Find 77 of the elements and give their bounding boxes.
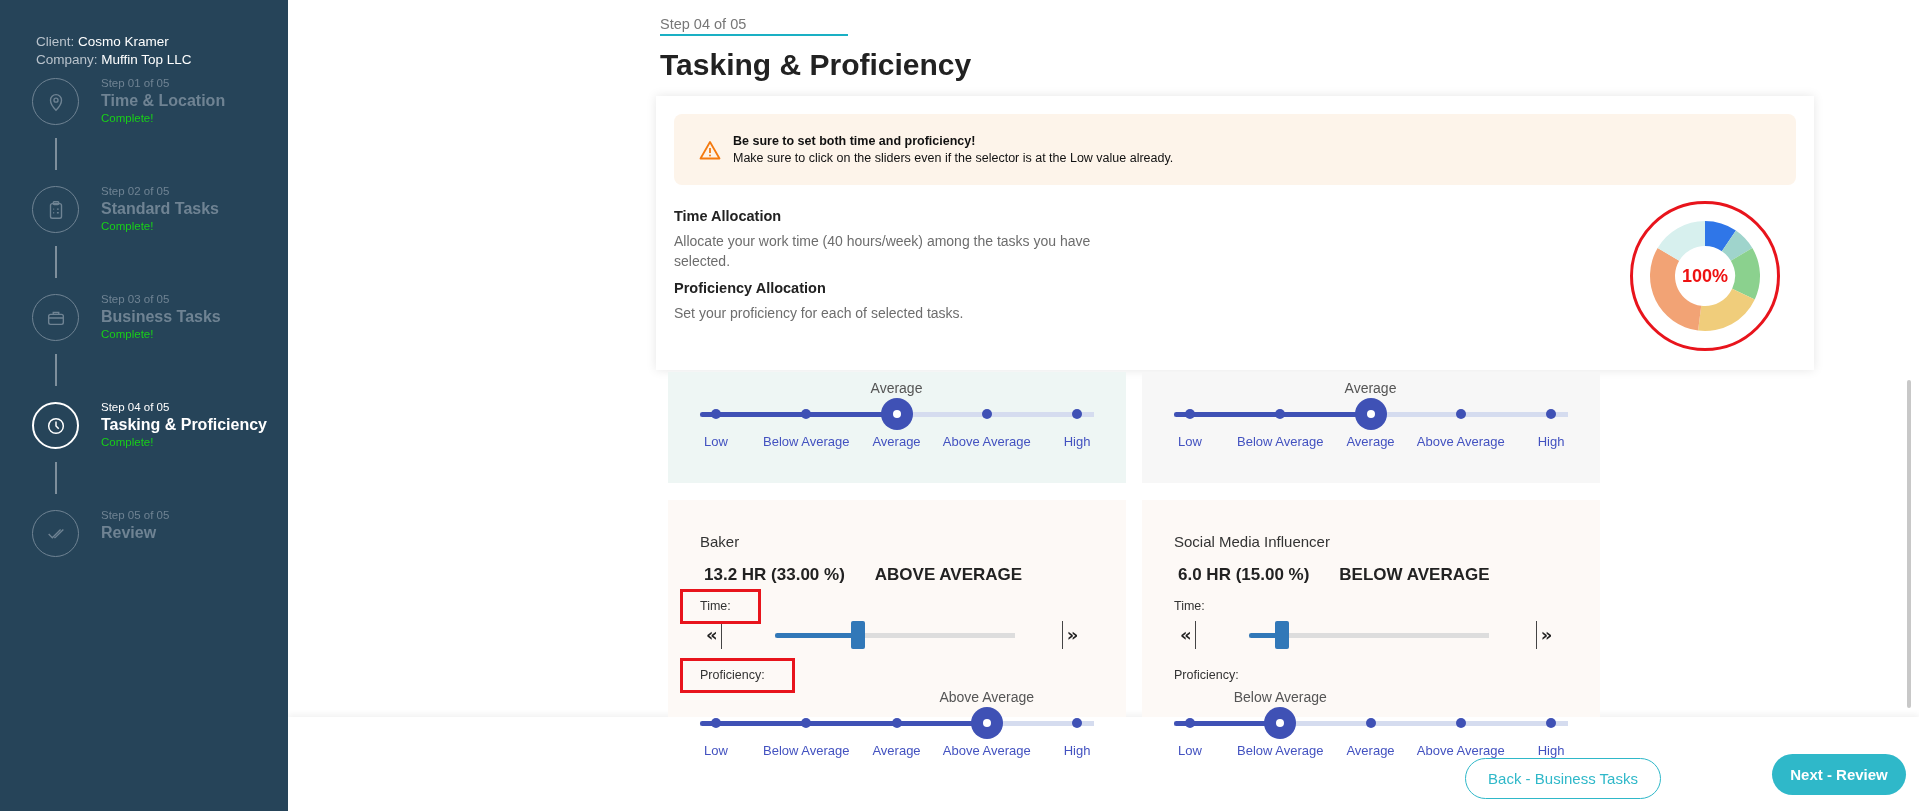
rating-text: BELOW AVERAGE <box>1339 564 1490 586</box>
slider-step-dot[interactable] <box>981 409 992 419</box>
tick-label[interactable]: Average <box>872 434 921 449</box>
tick-label[interactable]: Below Average <box>1237 434 1324 449</box>
tick-label[interactable]: Below Average <box>763 743 850 758</box>
section-heading: Time Allocation <box>674 207 783 226</box>
slider-value-label: Below Average <box>1233 689 1327 706</box>
decrease-button[interactable]: « <box>700 621 722 649</box>
slider-step-dot[interactable] <box>1185 718 1195 728</box>
proficiency-label: Proficiency: <box>700 668 765 682</box>
time-slider-thumb[interactable] <box>1274 621 1289 649</box>
sidebar-step[interactable]: Step 03 of 05 Business Tasks Complete! <box>32 291 221 341</box>
tick-label[interactable]: High <box>1537 743 1565 758</box>
tick-label[interactable]: Below Average <box>1237 743 1324 758</box>
section-text: Allocate your work time (40 hours/week) among the tasks you have selected. <box>674 232 1092 271</box>
sidebar-step[interactable]: Step 04 of 05 Tasking & Proficiency Complete! <box>32 399 267 449</box>
section-text: Set your proficiency for each of selected tasks. <box>674 304 965 323</box>
time-label: Time: <box>700 599 731 613</box>
rating-text: ABOVE AVERAGE <box>874 564 1023 586</box>
task-name: Social Media Influencer <box>1174 532 1331 552</box>
section-heading: Proficiency Allocation <box>674 279 827 298</box>
company-text: Company: Muffin Top LLC <box>36 52 192 67</box>
tick-label[interactable]: Above Average <box>942 434 1031 449</box>
warning-icon <box>699 139 721 160</box>
slider-step-dot[interactable] <box>1072 409 1082 419</box>
slider-step-dot[interactable] <box>1455 409 1466 419</box>
tick-label[interactable]: Above Average <box>1416 743 1505 758</box>
tick-label[interactable]: Low <box>704 743 728 758</box>
tick-label[interactable]: High <box>1063 434 1091 449</box>
slider-step-dot[interactable] <box>1546 409 1556 419</box>
slider-value-label: Average <box>1344 380 1397 397</box>
increase-button[interactable]: » <box>1535 621 1553 649</box>
task-name: Baker <box>700 532 741 552</box>
slider-step-dot[interactable] <box>801 409 812 419</box>
slider-step-dot[interactable] <box>711 409 721 419</box>
tick-label[interactable]: High <box>1063 743 1091 758</box>
proficiency-label: Proficiency: <box>1174 668 1239 682</box>
hours-text: 6.0 HR (15.00 %) <box>1178 564 1310 586</box>
scrollbar-thumb[interactable] <box>1907 380 1911 708</box>
slider-step-dot[interactable] <box>801 718 812 728</box>
tick-label[interactable]: Average <box>1346 434 1395 449</box>
time-slider-thumb[interactable] <box>851 621 866 649</box>
slider-step-dot[interactable] <box>711 718 721 728</box>
sidebar-step[interactable]: Step 02 of 05 Standard Tasks Complete! <box>32 183 219 233</box>
slider-step-dot[interactable] <box>1546 718 1556 728</box>
tick-label[interactable]: Low <box>1178 743 1202 758</box>
slider-thumb[interactable] <box>1354 398 1387 430</box>
slider-step-dot[interactable] <box>891 718 902 728</box>
slider-step-dot[interactable] <box>1072 718 1082 728</box>
tick-label[interactable]: Average <box>1346 743 1395 758</box>
page-title: Tasking & Proficiency <box>660 47 973 83</box>
slider-thumb[interactable] <box>970 707 1003 739</box>
slider-step-dot[interactable] <box>1275 409 1286 419</box>
slider-step-dot[interactable] <box>1185 409 1195 419</box>
tick-label[interactable]: Above Average <box>942 743 1031 758</box>
time-label: Time: <box>1174 599 1205 613</box>
hours-text: 13.2 HR (33.00 %) <box>704 564 845 586</box>
tick-label[interactable]: Average <box>872 743 921 758</box>
slider-value-label: Average <box>870 380 923 397</box>
tick-label[interactable]: Low <box>1178 434 1202 449</box>
tick-label[interactable]: Low <box>704 434 728 449</box>
tick-label[interactable]: Below Average <box>763 434 850 449</box>
donut-label: 100% <box>1681 266 1728 286</box>
alert-title: Be sure to set both time and proficiency! <box>733 132 977 150</box>
tick-label[interactable]: High <box>1537 434 1565 449</box>
decrease-button[interactable]: « <box>1174 621 1196 649</box>
slider-step-dot[interactable] <box>1365 718 1376 728</box>
tick-label[interactable]: Above Average <box>1416 434 1505 449</box>
step-label: Step 04 of 05 <box>660 0 848 36</box>
slider-value-label: Above Average <box>939 689 1035 706</box>
client-text: Client: Cosmo Kramer <box>36 34 169 49</box>
sidebar-step[interactable]: Step 01 of 05 Time & Location Complete! <box>32 75 226 125</box>
slider-step-dot[interactable] <box>1455 718 1466 728</box>
increase-button[interactable]: » <box>1061 621 1079 649</box>
alert-text: Make sure to click on the sliders even if the selector is at the Low value already. <box>733 150 1174 165</box>
slider-thumb[interactable] <box>1264 707 1297 739</box>
slider-thumb[interactable] <box>880 398 913 430</box>
